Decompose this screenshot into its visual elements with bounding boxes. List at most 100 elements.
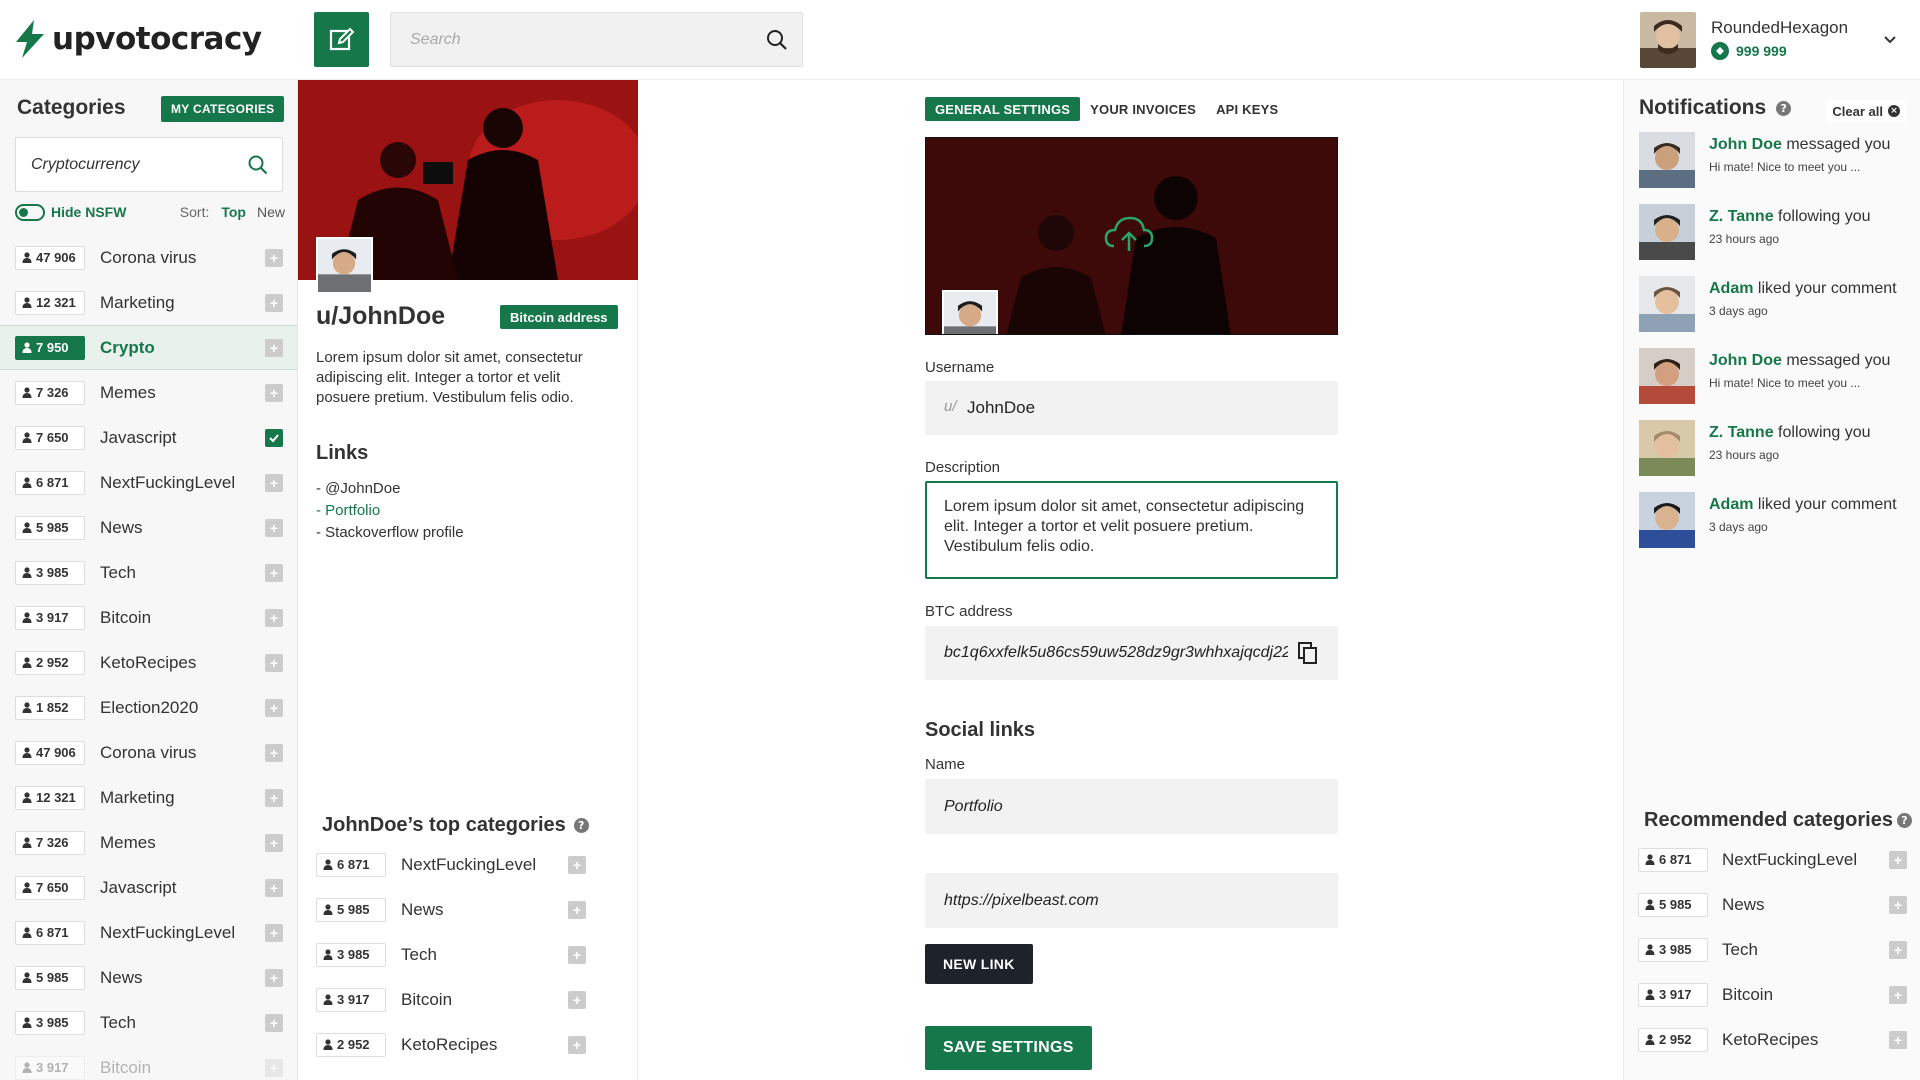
category-search[interactable] (15, 137, 283, 192)
category-row[interactable]: 6 871 NextFuckingLevel + (0, 460, 297, 505)
checked-icon[interactable] (265, 428, 283, 447)
category-name[interactable]: News (1722, 895, 1765, 915)
link-name-input[interactable] (925, 779, 1338, 834)
category-name[interactable]: News (100, 968, 143, 988)
add-category-button[interactable]: + (265, 788, 283, 807)
notification-item[interactable]: Z. Tanne following you 23 hours ago (1639, 204, 1909, 262)
notification-item[interactable]: Z. Tanne following you 23 hours ago (1639, 420, 1909, 478)
category-name[interactable]: Tech (1722, 940, 1758, 960)
category-name[interactable]: Memes (100, 383, 156, 403)
profile-link[interactable]: - @JohnDoe (316, 478, 464, 500)
notification-user[interactable]: Z. Tanne (1709, 424, 1774, 441)
category-row[interactable]: 3 917 Bitcoin + (1624, 972, 1920, 1017)
info-icon[interactable]: ? (1776, 100, 1792, 116)
category-row[interactable]: 47 906 Corona virus + (0, 730, 297, 775)
category-name[interactable]: KetoRecipes (1722, 1030, 1818, 1050)
tab-general-settings[interactable]: GENERAL SETTINGS (925, 97, 1081, 121)
category-row[interactable]: 1 852 Election2020 + (0, 685, 297, 730)
my-categories-button[interactable]: MY CATEGORIES (161, 96, 285, 122)
logo[interactable]: upvotocracy (16, 20, 262, 58)
add-category-button[interactable]: + (568, 990, 586, 1009)
add-category-button[interactable]: + (265, 338, 283, 357)
category-name[interactable]: NextFuckingLevel (1722, 850, 1857, 870)
notification-item[interactable]: Adam liked your comment 3 days ago (1639, 276, 1909, 334)
category-search-input[interactable] (16, 138, 282, 191)
add-category-button[interactable]: + (1889, 1030, 1907, 1049)
add-category-button[interactable]: + (265, 653, 283, 672)
banner-upload[interactable] (925, 137, 1338, 335)
add-category-button[interactable]: + (265, 923, 283, 942)
category-row[interactable]: 7 326 Memes + (0, 370, 297, 415)
category-row[interactable]: 6 871 NextFuckingLevel + (1624, 837, 1920, 882)
add-category-button[interactable]: + (1889, 940, 1907, 959)
add-category-button[interactable]: + (265, 698, 283, 717)
new-link-button[interactable]: NEW LINK (925, 944, 1033, 984)
description-textarea[interactable]: Lorem ipsum dolor sit amet, consectetur … (925, 481, 1338, 579)
category-name[interactable]: Bitcoin (100, 1058, 151, 1078)
category-name[interactable]: Corona virus (100, 743, 196, 763)
category-row[interactable]: 6 871 NextFuckingLevel + (0, 910, 297, 955)
link-url-input[interactable] (925, 873, 1338, 928)
category-name[interactable]: KetoRecipes (401, 1035, 497, 1055)
info-icon[interactable]: ? (1896, 813, 1912, 828)
add-category-button[interactable]: + (265, 743, 283, 762)
notification-item[interactable]: John Doe messaged you Hi mate! Nice to me… (1639, 132, 1909, 190)
category-row[interactable]: 3 917 Bitcoin + (0, 595, 297, 640)
bitcoin-address-button[interactable]: Bitcoin address (500, 305, 618, 329)
category-name[interactable]: Bitcoin (401, 990, 452, 1010)
category-name[interactable]: News (100, 518, 143, 538)
notification-item[interactable]: John Doe messaged you Hi mate! Nice to me… (1639, 348, 1909, 406)
notification-user[interactable]: John Doe (1709, 136, 1782, 153)
category-name[interactable]: NextFuckingLevel (100, 923, 235, 943)
category-name[interactable]: Javascript (100, 878, 177, 898)
add-category-button[interactable]: + (265, 833, 283, 852)
add-category-button[interactable]: + (265, 1058, 283, 1077)
tab-your-invoices[interactable]: YOUR INVOICES (1080, 97, 1206, 121)
category-row[interactable]: 7 326 Memes + (0, 820, 297, 865)
link-url-field[interactable] (925, 873, 1338, 928)
add-category-button[interactable]: + (265, 473, 283, 492)
search-icon[interactable] (766, 29, 788, 51)
category-name[interactable]: Crypto (100, 338, 155, 358)
category-name[interactable]: KetoRecipes (100, 653, 196, 673)
category-row[interactable]: 2 952 KetoRecipes + (1624, 1017, 1920, 1062)
btc-address-field[interactable] (925, 626, 1338, 680)
category-name[interactable]: News (401, 900, 444, 920)
add-category-button[interactable]: + (568, 1035, 586, 1054)
link-name-field[interactable] (925, 779, 1338, 834)
category-row[interactable]: 5 985 News + (1624, 882, 1920, 927)
add-category-button[interactable]: + (568, 900, 586, 919)
category-name[interactable]: NextFuckingLevel (100, 473, 235, 493)
category-row[interactable]: 3 985 Tech + (0, 1000, 297, 1045)
category-row[interactable]: 3 917 Bitcoin + (0, 1045, 297, 1080)
add-category-button[interactable]: + (1889, 850, 1907, 869)
add-category-button[interactable]: + (1889, 985, 1907, 1004)
notification-user[interactable]: Z. Tanne (1709, 208, 1774, 225)
add-category-button[interactable]: + (265, 293, 283, 312)
category-name[interactable]: Marketing (100, 788, 175, 808)
notification-user[interactable]: John Doe (1709, 352, 1782, 369)
save-settings-button[interactable]: SAVE SETTINGS (925, 1026, 1092, 1070)
add-category-button[interactable]: + (265, 968, 283, 987)
username-input[interactable] (925, 381, 1338, 435)
clear-all-button[interactable]: Clear all × (1826, 100, 1906, 122)
search-icon[interactable] (248, 155, 268, 175)
add-category-button[interactable]: + (568, 855, 586, 874)
add-category-button[interactable]: + (265, 383, 283, 402)
category-name[interactable]: Javascript (100, 428, 177, 448)
create-post-button[interactable] (314, 12, 369, 67)
user-menu[interactable]: RoundedHexagon 999 999 (1640, 12, 1910, 68)
category-row[interactable]: 3 985 Tech + (298, 932, 638, 977)
category-row[interactable]: 3 985 Tech + (0, 550, 297, 595)
chevron-down-icon[interactable] (1882, 32, 1898, 48)
category-row[interactable]: 5 985 News + (0, 955, 297, 1000)
category-row[interactable]: 3 917 Bitcoin + (298, 977, 638, 1022)
profile-link[interactable]: - Portfolio (316, 500, 464, 522)
category-row[interactable]: 2 952 KetoRecipes + (0, 640, 297, 685)
add-category-button[interactable]: + (265, 518, 283, 537)
hide-nsfw-toggle[interactable] (15, 203, 45, 221)
category-row[interactable]: 12 321 Marketing + (0, 775, 297, 820)
copy-icon[interactable] (1298, 642, 1318, 664)
category-row[interactable]: 7 650 Javascript + (0, 865, 297, 910)
search-input[interactable] (391, 13, 802, 66)
